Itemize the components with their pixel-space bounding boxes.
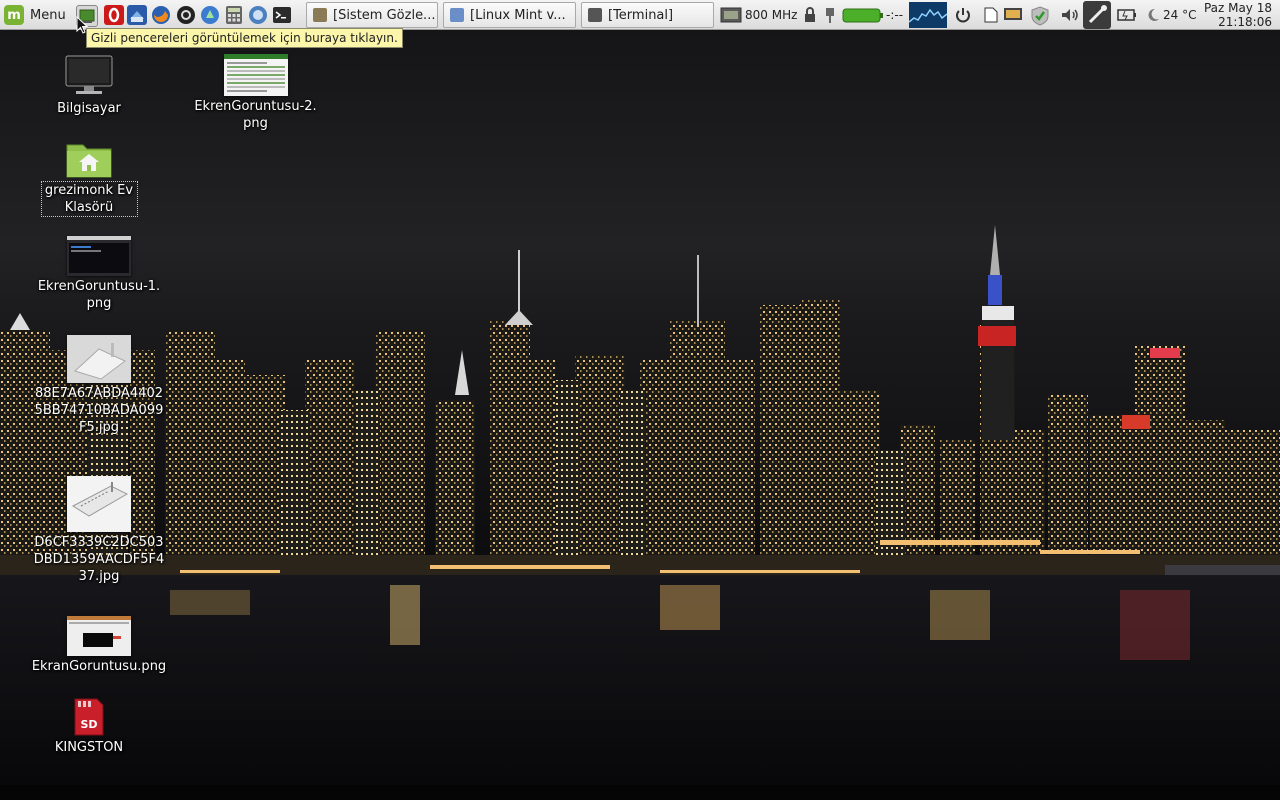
shutdown-icon[interactable] <box>954 6 972 24</box>
computer-icon <box>65 55 113 94</box>
clock-date: Paz May 18 <box>1203 1 1272 15</box>
desktop-icon-computer[interactable]: Bilgisayar <box>39 54 139 117</box>
temperature-text: 24 °C <box>1163 8 1197 22</box>
top-panel: m Menu [Sistem Gözle... [Linux Mint v...… <box>0 0 1280 30</box>
network-graph-icon[interactable] <box>908 2 948 28</box>
volume-icon[interactable] <box>1060 6 1078 24</box>
window-title: [Linux Mint v... <box>470 7 566 23</box>
battery-icon[interactable] <box>842 6 884 24</box>
image-thumbnail <box>67 236 131 276</box>
image-thumbnail <box>67 476 131 532</box>
desktop-icon-label: EkrenGoruntusu-2.png <box>194 99 317 131</box>
power-management-icon[interactable] <box>1117 6 1136 24</box>
system-monitor-icon <box>313 8 327 22</box>
city-skyline-illustration <box>0 30 1280 800</box>
network-manager-icon[interactable] <box>1083 1 1111 29</box>
battery-time-text: -:-- <box>886 8 904 22</box>
desktop-icon-label: D6CF3339C2DC503DBD1359AACDF5F437.jpg <box>33 535 165 584</box>
desktop-icon-label: EkrenGoruntusu-1.png <box>37 279 161 311</box>
mouse-cursor-icon <box>76 16 88 34</box>
image-thumbnail <box>67 616 131 656</box>
desktop-icon-label: 88E7A67ABDA44025BB74710BADA099F5.jpg <box>34 386 164 435</box>
desktop-icon-label: Bilgisayar <box>57 101 121 116</box>
show-desktop-tooltip: Gizli pencereleri görüntülemek için bura… <box>86 28 403 48</box>
desktop-icon-label: KINGSTON <box>54 740 124 755</box>
window-title: [Sistem Gözle... <box>333 7 436 23</box>
window-title: [Terminal] <box>608 7 674 23</box>
window-button-terminal[interactable]: [Terminal] <box>581 2 714 28</box>
display-settings-icon[interactable] <box>1003 6 1022 24</box>
firefox-icon[interactable] <box>151 5 171 25</box>
software-manager-icon[interactable] <box>176 5 196 25</box>
desktop-icon-screenshot-2[interactable]: EkrenGoruntusu-2.png <box>188 54 323 132</box>
cpu-frequency-text: 800 MHz <box>745 8 798 22</box>
desktop-icon-jpg-88e7[interactable]: 88E7A67ABDA44025BB74710BADA099F5.jpg <box>29 335 169 436</box>
lock-icon[interactable] <box>803 6 821 24</box>
desktop-icon-home-folder[interactable]: grezimonk Ev Klasörü <box>39 139 139 217</box>
menu-label: Menu <box>30 7 66 23</box>
system-monitor-icon[interactable] <box>248 5 268 25</box>
linux-mint-logo-icon: m <box>4 5 24 25</box>
thunderbird-icon[interactable] <box>127 5 147 25</box>
desktop-wallpaper <box>0 30 1280 800</box>
desktop-icon-label: grezimonk Ev Klasörü <box>40 181 138 217</box>
svg-text:SD: SD <box>80 718 97 731</box>
update-manager-shield-icon[interactable] <box>1030 6 1049 26</box>
image-thumbnail <box>67 335 131 383</box>
weather-icon[interactable] <box>1143 6 1161 24</box>
desktop-icon-kingston-drive[interactable]: SD KINGSTON <box>39 697 139 756</box>
desktop-icon-label: EkranGoruntusu.png <box>31 659 167 674</box>
clock-time: 21:18:06 <box>1218 15 1272 29</box>
browser-icon <box>450 8 464 22</box>
image-thumbnail <box>223 54 288 96</box>
cpu-frequency-icon[interactable] <box>720 6 742 24</box>
desktop-icon-screenshot[interactable]: EkranGoruntusu.png <box>29 616 169 675</box>
terminal-icon <box>588 8 602 22</box>
sd-card-icon: SD <box>74 698 104 736</box>
pidgin-icon[interactable] <box>200 5 220 25</box>
power-plug-icon[interactable] <box>822 6 840 24</box>
desktop-icon-jpg-d6cf[interactable]: D6CF3339C2DC503DBD1359AACDF5F437.jpg <box>29 476 169 585</box>
document-icon[interactable] <box>982 6 1000 24</box>
window-button-linux-mint[interactable]: [Linux Mint v... <box>443 2 576 28</box>
window-button-system-monitor[interactable]: [Sistem Gözle... <box>306 2 438 28</box>
desktop-icon-screenshot-1[interactable]: EkrenGoruntusu-1.png <box>34 236 164 312</box>
main-menu-button[interactable]: m Menu <box>4 0 66 30</box>
calculator-icon[interactable] <box>224 5 244 25</box>
home-folder-icon <box>66 144 112 178</box>
opera-icon[interactable] <box>104 5 124 25</box>
clock[interactable]: Paz May 18 21:18:06 <box>1202 1 1272 29</box>
terminal-icon[interactable] <box>272 5 292 25</box>
